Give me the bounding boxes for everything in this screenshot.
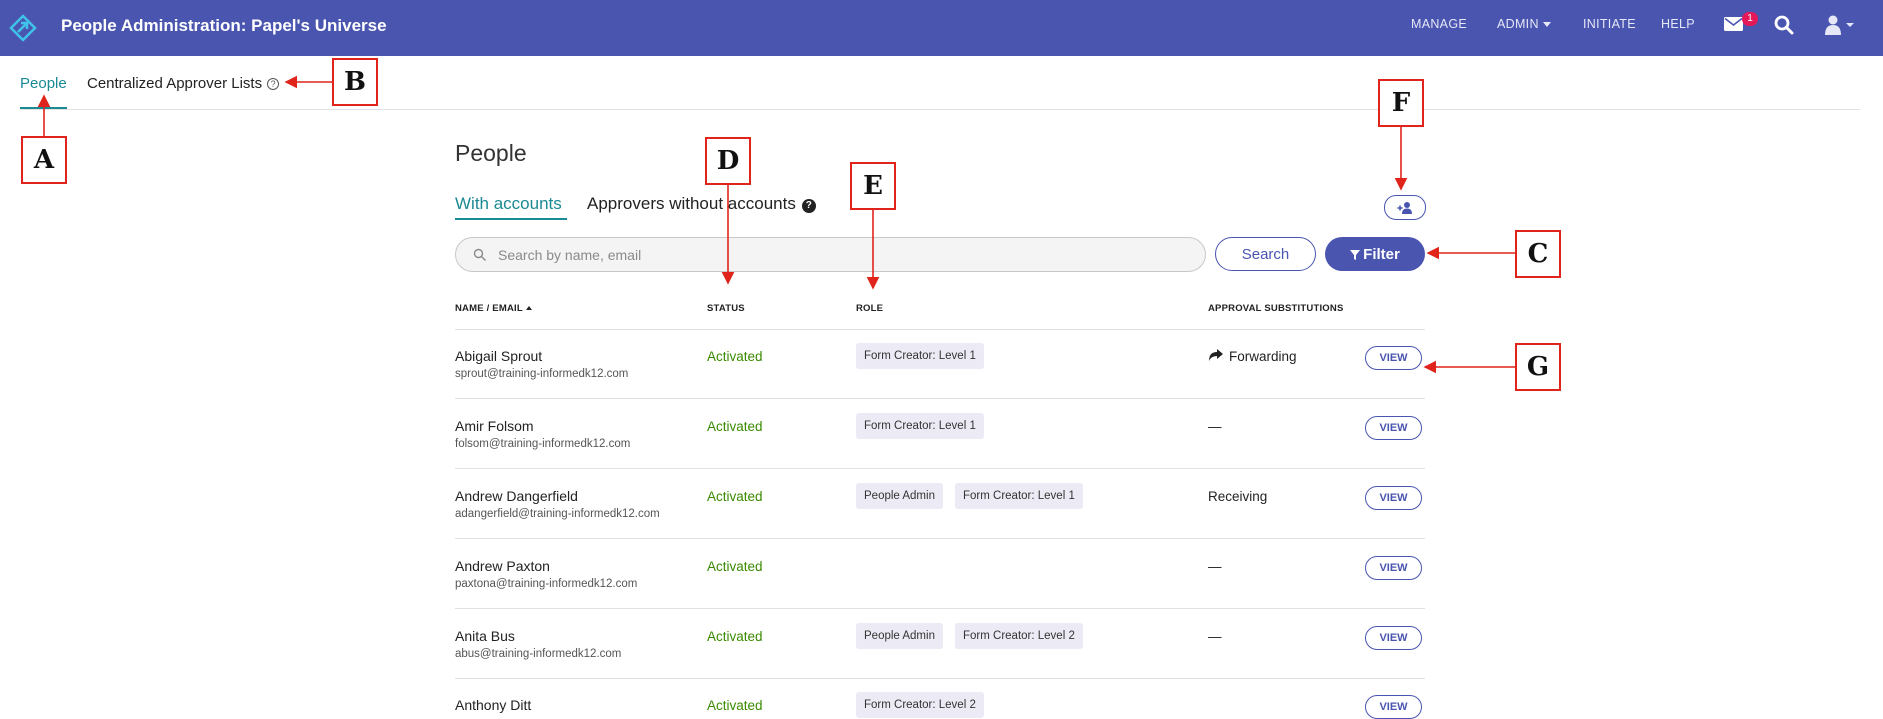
status-text: Activated <box>707 629 763 644</box>
app-logo-icon[interactable] <box>8 13 38 43</box>
table-divider <box>455 678 1425 679</box>
role-tag: Form Creator: Level 1 <box>856 343 984 369</box>
approval-substitution: — <box>1208 629 1222 644</box>
status-text: Activated <box>707 698 763 713</box>
nav-help[interactable]: HELP <box>1661 17 1695 31</box>
person-name: Anthony Ditt <box>455 697 532 713</box>
share-forward-icon <box>1209 349 1223 361</box>
column-header-role: ROLE <box>856 303 884 314</box>
sort-ascending-icon <box>525 306 532 310</box>
annotation-label-e: E <box>850 162 896 210</box>
search-input[interactable] <box>498 244 1188 266</box>
help-icon[interactable]: ? <box>267 78 280 90</box>
annotation-label-f: F <box>1378 79 1424 127</box>
top-navigation-bar: People Administration: Papel's Universe … <box>0 0 1883 56</box>
nav-manage[interactable]: MANAGE <box>1411 17 1467 31</box>
subtab-approvers-without-accounts-label: Approvers without accounts <box>587 194 796 213</box>
role-tag: Form Creator: Level 2 <box>856 692 984 718</box>
chevron-down-icon <box>1542 22 1551 28</box>
annotation-label-c: C <box>1515 230 1561 278</box>
filter-icon <box>1350 249 1361 260</box>
approval-substitution: Receiving <box>1208 489 1268 504</box>
view-button[interactable]: VIEW <box>1365 556 1422 580</box>
column-header-name-email[interactable]: NAME / EMAIL <box>455 303 532 314</box>
nav-admin-label: ADMIN <box>1497 17 1539 31</box>
nav-admin[interactable]: ADMIN <box>1497 17 1551 31</box>
approval-substitution-label: Forwarding <box>1229 349 1297 364</box>
annotation-label-d: D <box>705 137 751 185</box>
column-header-approval-substitutions: APPROVAL SUBSTITUTIONS <box>1208 303 1344 314</box>
approval-substitution: — <box>1208 559 1222 574</box>
search-box <box>455 237 1206 272</box>
tab-people[interactable]: People <box>20 75 67 92</box>
filter-button[interactable]: Filter <box>1325 237 1425 271</box>
table-divider <box>455 538 1425 539</box>
person-email: sprout@training-informedk12.com <box>455 368 629 380</box>
view-button[interactable]: VIEW <box>1365 416 1422 440</box>
mail-badge: 1 <box>1742 12 1758 26</box>
person-name: Anita Bus <box>455 628 515 644</box>
role-tag: People Admin <box>856 623 943 649</box>
person-name: Abigail Sprout <box>455 348 543 364</box>
table-divider <box>455 329 1425 330</box>
approval-substitution: — <box>1208 419 1222 434</box>
annotation-label-a: A <box>21 136 67 184</box>
nav-initiate[interactable]: INITIATE <box>1583 17 1636 31</box>
tabs-divider <box>20 109 1860 110</box>
person-email: paxtona@training-informedk12.com <box>455 578 638 590</box>
add-user-icon <box>1397 202 1412 214</box>
person-email: adangerfield@training-informedk12.com <box>455 508 660 520</box>
search-input-icon <box>473 248 486 261</box>
person-name: Andrew Paxton <box>455 558 550 574</box>
column-header-name-email-label: NAME / EMAIL <box>455 303 523 314</box>
annotation-label-b: B <box>332 58 378 106</box>
tab-centralized-approver-lists[interactable]: Centralized Approver Lists? <box>87 75 280 92</box>
table-divider <box>455 398 1425 399</box>
table-divider <box>455 608 1425 609</box>
user-icon[interactable] <box>1825 15 1855 35</box>
view-button[interactable]: VIEW <box>1365 346 1422 370</box>
subtab-with-accounts[interactable]: With accounts <box>455 194 562 214</box>
role-tag: Form Creator: Level 2 <box>955 623 1083 649</box>
mail-icon[interactable] <box>1724 17 1743 31</box>
status-text: Activated <box>707 559 763 574</box>
column-header-status: STATUS <box>707 303 745 314</box>
role-tag: Form Creator: Level 1 <box>856 413 984 439</box>
question-circle-icon[interactable]: ? <box>801 199 816 213</box>
page-title: People <box>455 140 527 166</box>
status-text: Activated <box>707 419 763 434</box>
subtab-with-accounts-underline <box>455 218 567 220</box>
search-button[interactable]: Search <box>1215 237 1316 271</box>
view-button[interactable]: VIEW <box>1365 695 1422 719</box>
approval-substitution: Forwarding <box>1208 349 1297 364</box>
view-button[interactable]: VIEW <box>1365 486 1422 510</box>
app-title: People Administration: Papel's Universe <box>61 16 387 35</box>
person-email: folsom@training-informedk12.com <box>455 438 631 450</box>
role-tag: Form Creator: Level 1 <box>955 483 1083 509</box>
view-button[interactable]: VIEW <box>1365 626 1422 650</box>
search-icon[interactable] <box>1774 15 1794 35</box>
person-name: Andrew Dangerfield <box>455 488 578 504</box>
table-divider <box>455 468 1425 469</box>
status-text: Activated <box>707 349 763 364</box>
person-name: Amir Folsom <box>455 418 534 434</box>
person-email: abus@training-informedk12.com <box>455 648 622 660</box>
add-person-button[interactable] <box>1384 195 1426 220</box>
status-text: Activated <box>707 489 763 504</box>
subtab-approvers-without-accounts[interactable]: Approvers without accounts? <box>587 194 816 214</box>
annotation-label-g: G <box>1515 343 1561 391</box>
role-tag: People Admin <box>856 483 943 509</box>
tab-centralized-approver-lists-label: Centralized Approver Lists <box>87 75 263 92</box>
filter-button-label: Filter <box>1363 245 1400 263</box>
